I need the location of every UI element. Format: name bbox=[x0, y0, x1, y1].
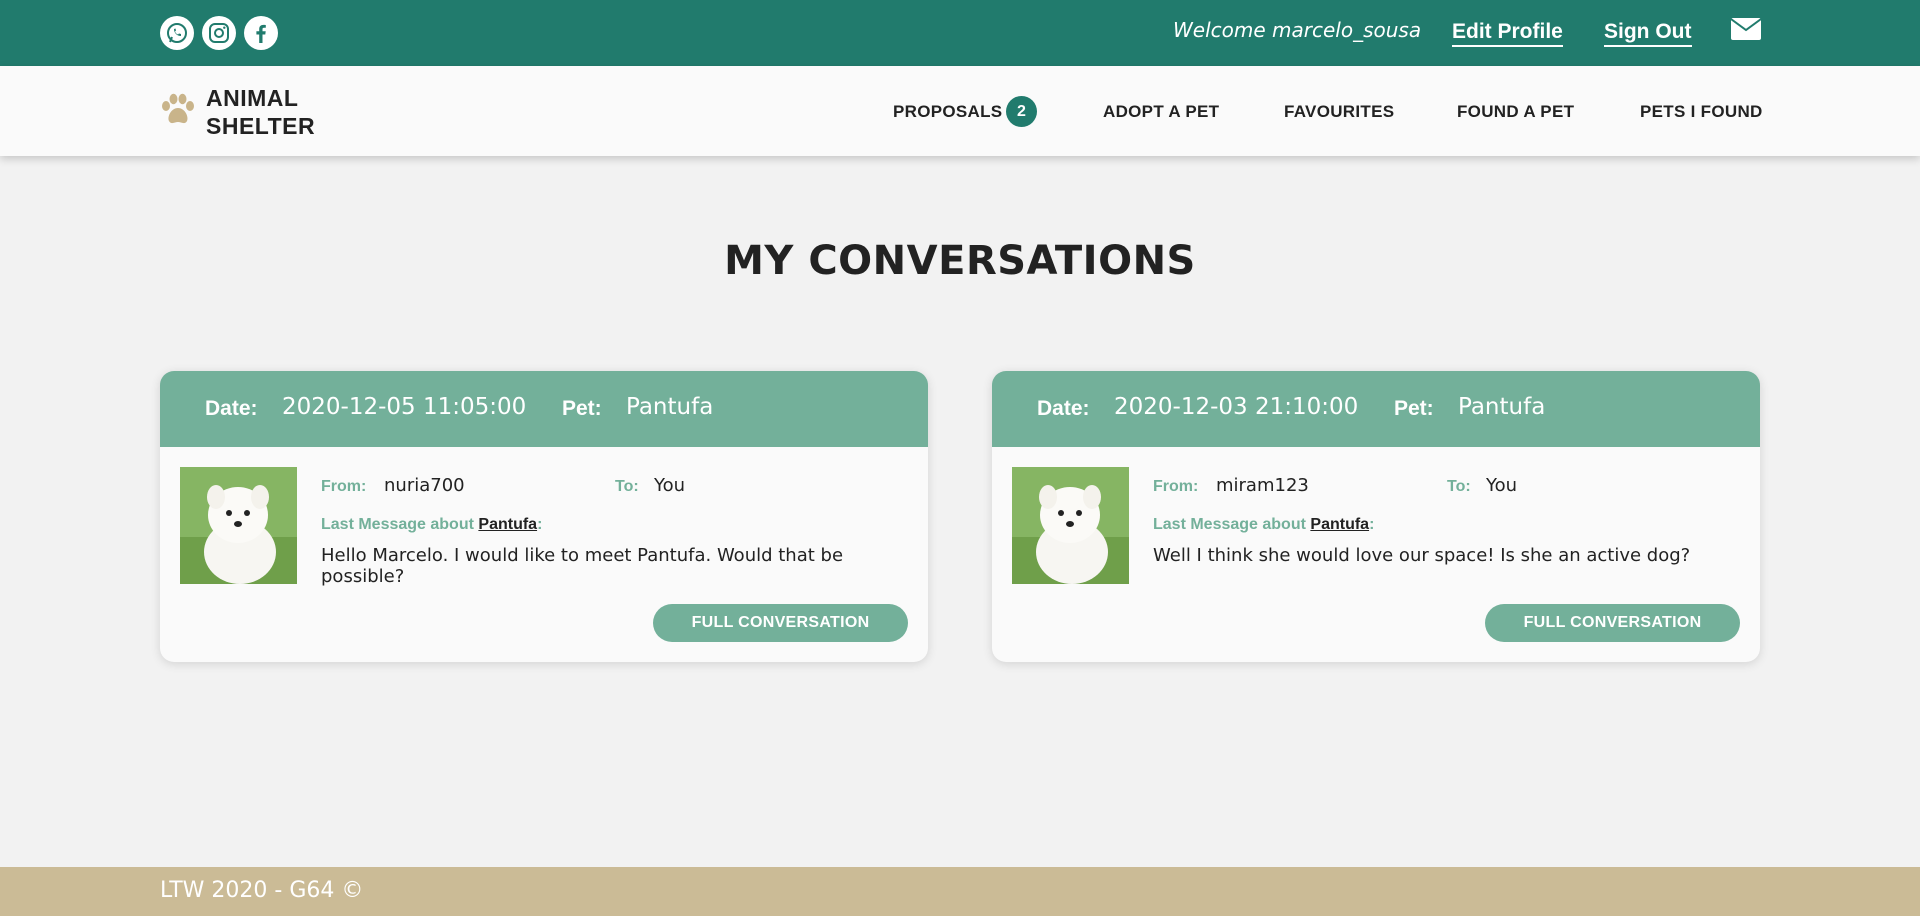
pet-photo[interactable] bbox=[180, 467, 297, 584]
from-label: From: bbox=[321, 478, 367, 495]
pet-link[interactable]: Pantufa bbox=[1310, 516, 1369, 533]
nav-found-a-pet[interactable]: FOUND A PET bbox=[1457, 102, 1574, 122]
whatsapp-icon[interactable] bbox=[160, 16, 194, 50]
brand-name: ANIMAL SHELTER bbox=[206, 84, 315, 140]
to-label: To: bbox=[615, 478, 639, 495]
conversation-pet: Pantufa bbox=[1458, 394, 1546, 420]
from-value: nuria700 bbox=[384, 475, 465, 496]
full-conversation-button[interactable]: FULL CONVERSATION bbox=[653, 604, 908, 642]
last-message-about-text: Last Message about bbox=[321, 516, 474, 533]
colon: : bbox=[1369, 516, 1375, 533]
full-conversation-button[interactable]: FULL CONVERSATION bbox=[1485, 604, 1740, 642]
date-label: Date: bbox=[1037, 397, 1090, 420]
from-value: miram123 bbox=[1216, 475, 1309, 496]
date-label: Date: bbox=[205, 397, 258, 420]
top-bar: Welcome marcelo_sousa Edit Profile Sign … bbox=[0, 0, 1920, 66]
pet-photo[interactable] bbox=[1012, 467, 1129, 584]
instagram-icon[interactable] bbox=[202, 16, 236, 50]
conversation-card-header: Date: 2020-12-03 21:10:00 Pet: Pantufa bbox=[992, 371, 1760, 447]
last-message-about-text: Last Message about bbox=[1153, 516, 1306, 533]
brand-line-2: SHELTER bbox=[206, 113, 316, 139]
welcome-text: Welcome marcelo_sousa bbox=[1173, 18, 1422, 42]
nav-proposals[interactable]: PROPOSALS bbox=[893, 102, 1002, 122]
footer-text: LTW 2020 - G64 © bbox=[160, 878, 364, 903]
sign-out-link[interactable]: Sign Out bbox=[1604, 20, 1692, 47]
last-message-label: Last Message about Pantufa: bbox=[321, 516, 542, 534]
conversation-date: 2020-12-03 21:10:00 bbox=[1114, 394, 1359, 420]
nav-favourites[interactable]: FAVOURITES bbox=[1284, 102, 1394, 122]
nav-adopt-a-pet[interactable]: ADOPT A PET bbox=[1103, 102, 1219, 122]
social-links bbox=[160, 16, 278, 50]
conversation-card: Date: 2020-12-03 21:10:00 Pet: Pantufa F… bbox=[992, 371, 1760, 662]
pet-label: Pet: bbox=[1394, 397, 1434, 420]
edit-profile-link[interactable]: Edit Profile bbox=[1452, 20, 1563, 47]
conversation-card-header: Date: 2020-12-05 11:05:00 Pet: Pantufa bbox=[160, 371, 928, 447]
from-label: From: bbox=[1153, 478, 1199, 495]
pet-link[interactable]: Pantufa bbox=[478, 516, 537, 533]
to-value: You bbox=[654, 475, 686, 496]
last-message-text: Well I think she would love our space! I… bbox=[1153, 545, 1691, 566]
to-value: You bbox=[1486, 475, 1518, 496]
pet-label: Pet: bbox=[562, 397, 602, 420]
envelope-icon[interactable] bbox=[1730, 18, 1762, 44]
last-message-text: Hello Marcelo. I would like to meet Pant… bbox=[321, 545, 844, 587]
proposals-count-badge[interactable]: 2 bbox=[1006, 96, 1037, 127]
to-label: To: bbox=[1447, 478, 1471, 495]
conversation-card: Date: 2020-12-05 11:05:00 Pet: Pantufa F… bbox=[160, 371, 928, 662]
footer: LTW 2020 - G64 © bbox=[0, 867, 1920, 916]
brand-line-1: ANIMAL bbox=[206, 85, 299, 111]
paw-icon bbox=[160, 93, 196, 131]
conversation-pet: Pantufa bbox=[626, 394, 714, 420]
brand-logo[interactable]: ANIMAL SHELTER bbox=[160, 84, 315, 140]
last-message-label: Last Message about Pantufa: bbox=[1153, 516, 1374, 534]
main-navbar: ANIMAL SHELTER PROPOSALS ADOPT A PET FAV… bbox=[0, 66, 1920, 156]
colon: : bbox=[537, 516, 543, 533]
facebook-icon[interactable] bbox=[244, 16, 278, 50]
page-title: MY CONVERSATIONS bbox=[724, 238, 1196, 284]
conversation-date: 2020-12-05 11:05:00 bbox=[282, 394, 527, 420]
nav-pets-i-found[interactable]: PETS I FOUND bbox=[1640, 102, 1763, 122]
